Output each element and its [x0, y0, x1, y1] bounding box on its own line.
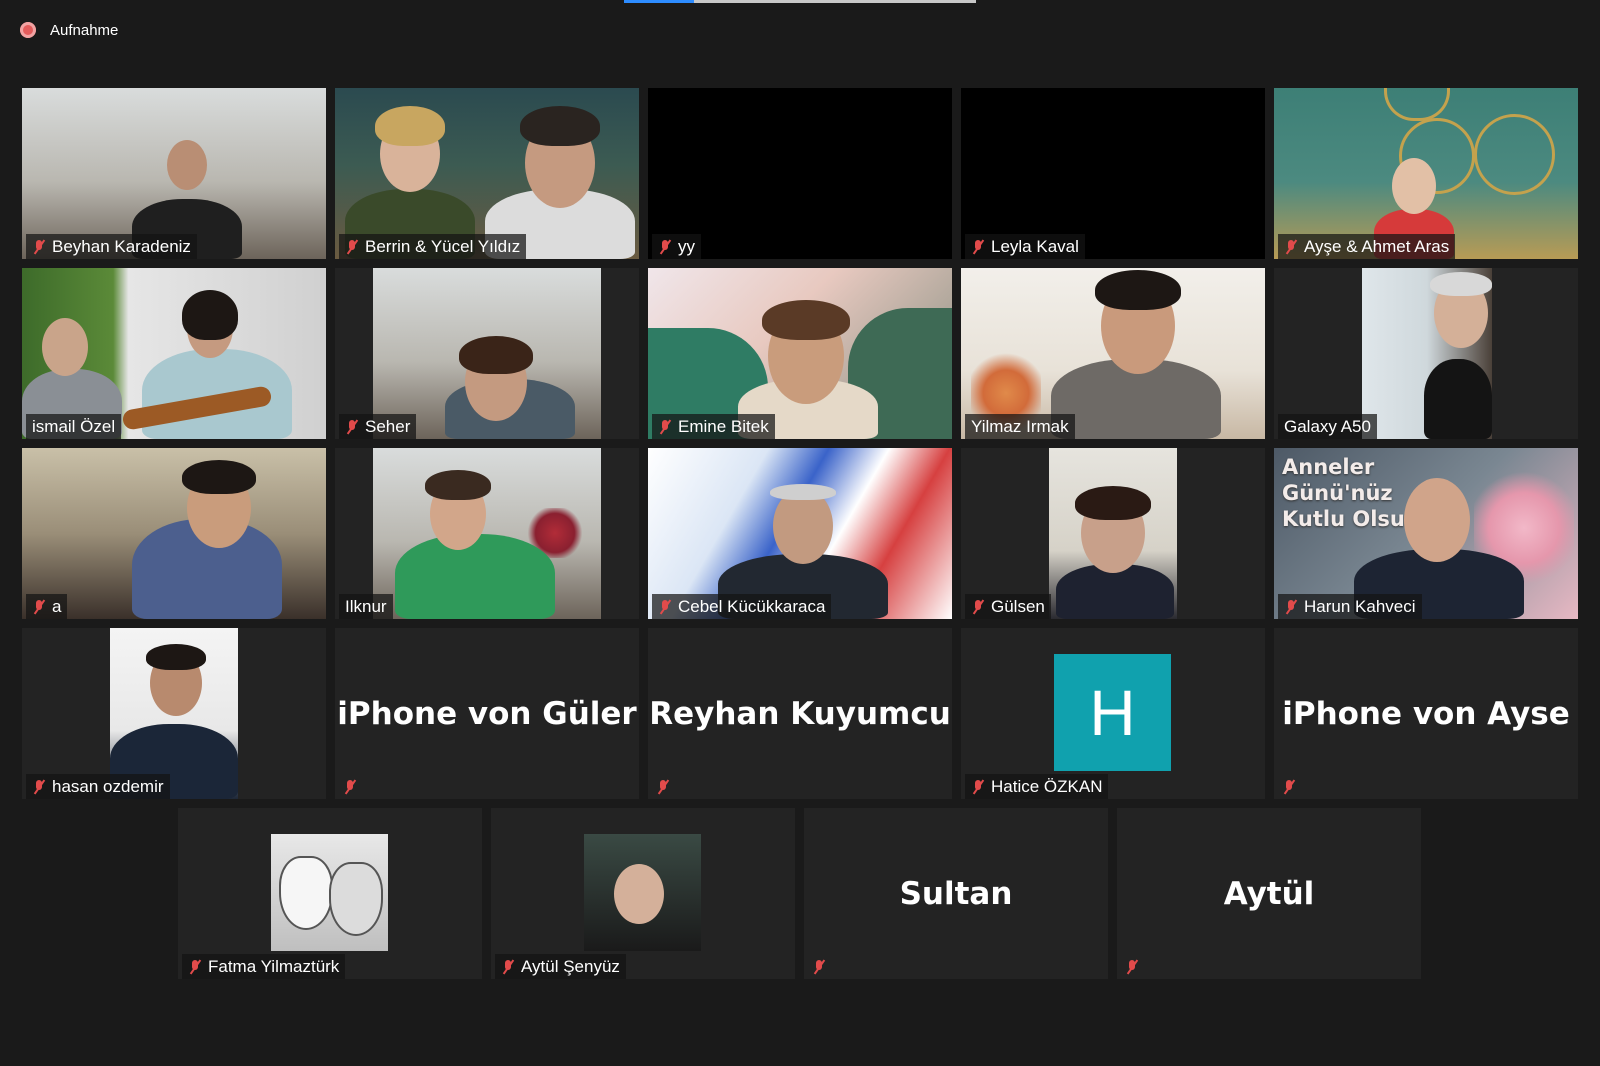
participant-display-name: Reyhan Kuyumcu [649, 695, 951, 732]
participant-name: Aytül Şenyüz [521, 956, 620, 976]
participant-name: a [52, 596, 62, 616]
participant-tile-hatice[interactable]: H Hatice ÖZKAN [961, 628, 1265, 799]
participant-name-tag: Emine Bitek [652, 414, 775, 439]
mic-muted-icon [188, 959, 202, 975]
participant-name-tag: Gülsen [965, 594, 1051, 619]
participant-name: Seher [365, 416, 411, 436]
mic-muted-icon [971, 779, 985, 795]
participant-tile-yy[interactable]: yy [648, 88, 952, 259]
participant-tile-gulsen[interactable]: Gülsen [961, 448, 1265, 619]
participant-name: Ilknur [345, 596, 387, 616]
participant-tile-cebel[interactable]: Cebel Kücükkaraca [648, 448, 952, 619]
participant-name: Leyla Kaval [991, 236, 1079, 256]
participant-tile-ismail[interactable]: ismail Özel [22, 268, 326, 439]
participant-tile-iphone-ayse[interactable]: iPhone von Ayse [1274, 628, 1578, 799]
view-indicator-bar [624, 0, 976, 3]
participant-name: Ayşe & Ahmet Aras [1304, 236, 1450, 256]
participant-name-tag: yy [652, 234, 701, 259]
participant-name-tag: hasan ozdemir [26, 774, 170, 799]
participant-name-tag: Fatma Yilmaztürk [182, 954, 346, 979]
participant-name-tag: Hatice ÖZKAN [965, 774, 1109, 799]
mic-muted-icon [345, 419, 359, 435]
participant-name: Galaxy A50 [1284, 416, 1371, 436]
participant-tile-seher[interactable]: Seher [335, 268, 639, 439]
participant-tile-hasan[interactable]: hasan ozdemir [22, 628, 326, 799]
mic-muted-icon [1284, 599, 1298, 615]
greeting-poster-text: Anneler Günü'nüz Kutlu Olsun [1282, 455, 1420, 531]
participant-name-tag: Seher [339, 414, 417, 439]
mic-muted-icon [32, 599, 46, 615]
participant-display-name: iPhone von Ayse [1282, 695, 1570, 732]
participant-name: ismail Özel [32, 416, 116, 436]
mic-muted-icon [345, 239, 359, 255]
mic-muted-icon [1282, 779, 1296, 795]
participant-name: Yilmaz Irmak [971, 416, 1069, 436]
participant-tile-fatma[interactable]: Fatma Yilmaztürk [178, 808, 482, 979]
participant-name: Fatma Yilmaztürk [208, 956, 340, 976]
participant-name-tag: ismail Özel [26, 414, 122, 439]
participant-tile-iphone-guler[interactable]: iPhone von Güler [335, 628, 639, 799]
mic-muted-icon [658, 419, 672, 435]
participant-display-name: iPhone von Güler [337, 695, 637, 732]
mic-muted-icon [32, 779, 46, 795]
participant-name-tag: Leyla Kaval [965, 234, 1085, 259]
participant-display-name: Aytül [1223, 875, 1315, 912]
participant-name-tag: a [26, 594, 68, 619]
mic-muted-icon [971, 239, 985, 255]
participant-name-tag: Berrin & Yücel Yıldız [339, 234, 527, 259]
participant-name-tag: Aytül Şenyüz [495, 954, 626, 979]
participant-display-name: Sultan [899, 875, 1013, 912]
participant-tile-ilknur[interactable]: Ilknur [335, 448, 639, 619]
participant-name: Hatice ÖZKAN [991, 776, 1103, 796]
mic-muted-icon [658, 239, 672, 255]
participant-tile-yilmaz[interactable]: Yilmaz Irmak [961, 268, 1265, 439]
mic-muted-icon [658, 599, 672, 615]
mic-muted-icon [656, 779, 670, 795]
recording-label: Aufnahme [50, 21, 119, 39]
mic-muted-icon [343, 779, 357, 795]
participant-tile-ayse-ahmet[interactable]: Ayşe & Ahmet Aras [1274, 88, 1578, 259]
participant-name-tag: Beyhan Karadeniz [26, 234, 197, 259]
mic-muted-icon [501, 959, 515, 975]
participant-name: yy [678, 236, 695, 256]
recording-indicator[interactable]: Aufnahme [20, 18, 118, 42]
participant-name-tag: Harun Kahveci [1278, 594, 1422, 619]
avatar [271, 834, 388, 951]
participant-name: Berrin & Yücel Yıldız [365, 236, 521, 256]
participant-tile-aytul[interactable]: Aytül [1117, 808, 1421, 979]
participant-name: Harun Kahveci [1304, 596, 1416, 616]
participant-tile-galaxy-a50[interactable]: Galaxy A50 [1274, 268, 1578, 439]
avatar [584, 834, 701, 951]
participant-tile-a[interactable]: a [22, 448, 326, 619]
participant-tile-emine[interactable]: Emine Bitek [648, 268, 952, 439]
participant-tile-reyhan[interactable]: Reyhan Kuyumcu [648, 628, 952, 799]
mic-muted-icon [1125, 959, 1139, 975]
participant-tile-beyhan[interactable]: Beyhan Karadeniz [22, 88, 326, 259]
participant-name-tag: Galaxy A50 [1278, 414, 1377, 439]
participant-tile-aytul-senyuz[interactable]: Aytül Şenyüz [491, 808, 795, 979]
participant-tile-harun[interactable]: Anneler Günü'nüz Kutlu Olsun Harun Kahve… [1274, 448, 1578, 619]
participant-name: Emine Bitek [678, 416, 769, 436]
participant-name: hasan ozdemir [52, 776, 164, 796]
mic-muted-icon [812, 959, 826, 975]
participant-name-tag: Ilknur [339, 594, 393, 619]
participant-name: Gülsen [991, 596, 1045, 616]
participant-tile-sultan[interactable]: Sultan [804, 808, 1108, 979]
record-icon [20, 22, 36, 38]
participant-name-tag: Ayşe & Ahmet Aras [1278, 234, 1456, 259]
participant-name: Beyhan Karadeniz [52, 236, 191, 256]
mic-muted-icon [32, 239, 46, 255]
participant-tile-berrin-yucel[interactable]: Berrin & Yücel Yıldız [335, 88, 639, 259]
participant-name-tag: Cebel Kücükkaraca [652, 594, 832, 619]
participant-tile-leyla[interactable]: Leyla Kaval [961, 88, 1265, 259]
mic-muted-icon [971, 599, 985, 615]
participant-name-tag: Yilmaz Irmak [965, 414, 1075, 439]
avatar: H [1054, 654, 1171, 771]
mic-muted-icon [1284, 239, 1298, 255]
participant-name: Cebel Kücükkaraca [678, 596, 826, 616]
